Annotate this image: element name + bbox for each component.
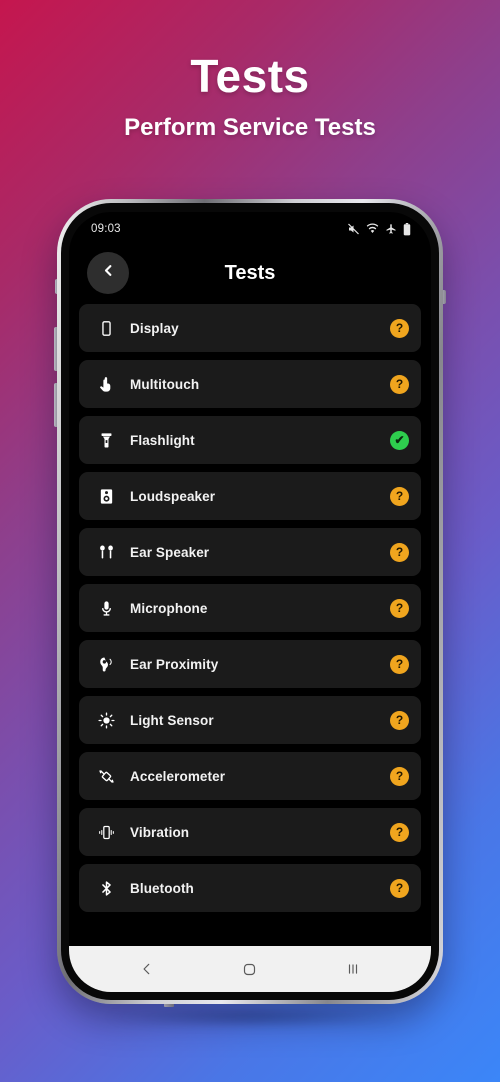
list-item[interactable]: Accelerometer ? bbox=[79, 752, 421, 800]
phone-bezel: 09:03 Tests Display ? Multitouch ? Flash… bbox=[61, 203, 439, 1000]
status-badge: ? bbox=[390, 766, 409, 786]
status-badge: ? bbox=[390, 822, 409, 842]
list-item[interactable]: Ear Proximity ? bbox=[79, 640, 421, 688]
back-button[interactable] bbox=[87, 252, 129, 294]
list-item-label: Ear Speaker bbox=[130, 544, 210, 560]
nav-home-icon bbox=[242, 962, 257, 977]
tests-list: Display ? Multitouch ? Flashlight ✔ Loud… bbox=[69, 304, 431, 946]
status-badge: ? bbox=[390, 710, 409, 730]
light-sensor-icon bbox=[93, 711, 119, 729]
page-title: Tests bbox=[190, 50, 310, 102]
status-badge: ? bbox=[390, 318, 409, 338]
airplane-mode-icon bbox=[385, 223, 397, 235]
ear-proximity-icon bbox=[93, 656, 119, 673]
list-item-label: Loudspeaker bbox=[130, 488, 216, 504]
phone-screen: 09:03 Tests Display ? Multitouch ? Flash… bbox=[69, 212, 431, 992]
flashlight-icon bbox=[93, 432, 119, 449]
android-nav-bar bbox=[69, 946, 431, 992]
status-bar-icons bbox=[347, 222, 411, 236]
vibration-icon bbox=[93, 824, 119, 841]
list-item[interactable]: Microphone ? bbox=[79, 584, 421, 632]
mute-icon bbox=[347, 223, 360, 235]
nav-back-icon bbox=[140, 962, 154, 976]
bluetooth-icon bbox=[93, 880, 119, 897]
phone-drop-shadow bbox=[106, 1008, 394, 1026]
list-item[interactable]: Light Sensor ? bbox=[79, 696, 421, 744]
list-item[interactable]: Flashlight bbox=[79, 416, 421, 464]
status-badge bbox=[390, 430, 409, 450]
nav-back-button[interactable] bbox=[120, 946, 174, 992]
nav-recents-button[interactable] bbox=[326, 946, 380, 992]
status-bar-clock: 09:03 bbox=[91, 223, 121, 235]
list-item-label: Accelerometer bbox=[130, 768, 226, 784]
accelerometer-icon bbox=[93, 768, 119, 785]
list-item-label: Vibration bbox=[130, 824, 190, 840]
list-item[interactable]: Bluetooth ? bbox=[79, 864, 421, 912]
nav-home-button[interactable] bbox=[223, 946, 277, 992]
status-bar: 09:03 bbox=[69, 212, 431, 242]
app-bar: Tests bbox=[69, 242, 431, 304]
phone-mockup: 09:03 Tests Display ? Multitouch ? Flash… bbox=[57, 199, 443, 1004]
status-badge: ? bbox=[390, 486, 409, 506]
wifi-icon bbox=[366, 223, 379, 235]
list-item[interactable]: Loudspeaker ? bbox=[79, 472, 421, 520]
nav-recents-icon bbox=[346, 962, 360, 976]
status-badge: ? bbox=[390, 878, 409, 898]
promo-headline: Tests Perform Service Tests bbox=[0, 0, 500, 142]
microphone-icon bbox=[93, 600, 119, 617]
status-badge: ? bbox=[390, 542, 409, 562]
list-item[interactable]: Multitouch ? bbox=[79, 360, 421, 408]
status-badge: ? bbox=[390, 654, 409, 674]
status-badge: ? bbox=[390, 374, 409, 394]
touch-icon bbox=[93, 376, 119, 393]
list-item[interactable]: Ear Speaker ? bbox=[79, 528, 421, 576]
list-item[interactable]: Vibration ? bbox=[79, 808, 421, 856]
chevron-left-icon bbox=[101, 263, 116, 283]
list-item-label: Flashlight bbox=[130, 432, 195, 448]
loudspeaker-icon bbox=[93, 488, 119, 505]
display-icon bbox=[93, 320, 119, 337]
list-item-label: Microphone bbox=[130, 600, 208, 616]
status-badge: ? bbox=[390, 598, 409, 618]
list-item-label: Multitouch bbox=[130, 376, 200, 392]
page-subtitle: Perform Service Tests bbox=[124, 114, 376, 142]
battery-icon bbox=[403, 222, 411, 236]
earbuds-icon bbox=[93, 544, 119, 561]
list-item-label: Light Sensor bbox=[130, 712, 214, 728]
list-item-label: Bluetooth bbox=[130, 880, 194, 896]
list-item-label: Display bbox=[130, 320, 179, 336]
list-item-label: Ear Proximity bbox=[130, 656, 219, 672]
list-item[interactable]: Display ? bbox=[79, 304, 421, 352]
